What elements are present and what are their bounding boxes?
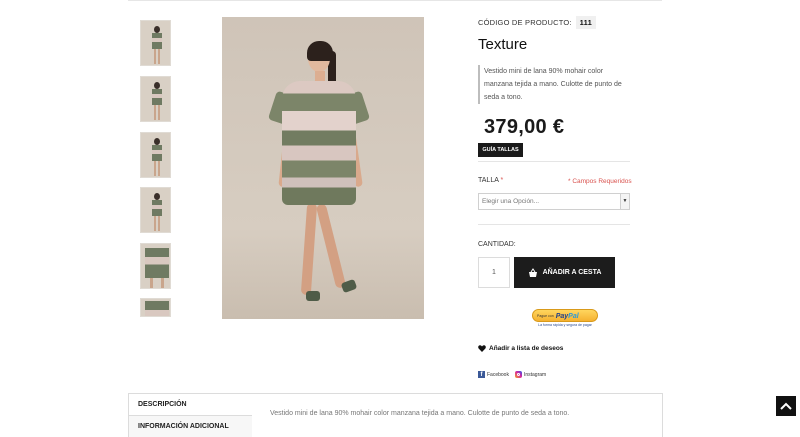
wishlist-label: Añadir a lista de deseos [489,345,564,352]
required-fields-note: * Campos Requeridos [568,178,632,185]
social-share: f Facebook Instagram [478,371,546,378]
quantity-label: CANTIDAD: [478,241,516,248]
thumbnail-2[interactable] [140,76,171,122]
product-code: CÓDIGO DE PRODUCTO: 111 [478,16,596,29]
thumbnail-4[interactable] [140,187,171,233]
scroll-to-top-button[interactable] [776,396,796,416]
size-label: TALLA * [478,177,504,184]
quantity-input[interactable]: 1 [478,257,510,288]
tab-content-description: Vestido mini de lana 90% mohair color ma… [270,410,570,417]
short-description: Vestido mini de lana 90% mohair color ma… [478,65,630,104]
divider [478,224,630,225]
product-title: Texture [478,36,528,53]
facebook-link[interactable]: f Facebook [478,371,509,378]
paypal-tagline: La forma rápida y segura de pagar [538,323,592,327]
instagram-link[interactable]: Instagram [514,371,546,378]
facebook-icon: f [478,371,485,378]
add-to-cart-label: AÑADIR A CESTA [542,269,602,276]
heart-icon [478,345,486,352]
divider [478,161,630,162]
paypal-button[interactable]: Pague con PayPal La forma rápida y segur… [532,309,598,329]
thumbnail-3[interactable] [140,132,171,178]
size-select-value: Elegir una Opción... [482,198,540,205]
tab-description[interactable]: DESCRIPCIÓN [129,394,252,416]
thumbnail-5[interactable] [140,243,171,289]
product-code-label: CÓDIGO DE PRODUCTO: [478,18,572,27]
product-price: 379,00 € [484,116,565,138]
paypal-logo: Pague con PayPal [532,309,598,322]
add-to-cart-button[interactable]: AÑADIR A CESTA [514,257,615,288]
product-tabs: DESCRIPCIÓN INFORMACIÓN ADICIONAL Vestid… [128,393,663,437]
top-divider [128,0,662,1]
size-select[interactable]: Elegir una Opción... ▼ [478,193,630,210]
chevron-up-icon [780,402,792,410]
thumbnail-6[interactable] [140,298,171,317]
instagram-icon [514,371,522,378]
size-guide-button[interactable]: GUÍA TALLAS [478,143,523,157]
basket-icon [528,267,537,277]
product-code-value: 111 [575,16,596,29]
main-product-image[interactable] [222,17,424,319]
wishlist-link[interactable]: Añadir a lista de deseos [478,345,563,352]
thumbnail-1[interactable] [140,20,171,66]
chevron-down-icon: ▼ [620,194,629,209]
tab-additional-info[interactable]: INFORMACIÓN ADICIONAL [129,416,252,437]
